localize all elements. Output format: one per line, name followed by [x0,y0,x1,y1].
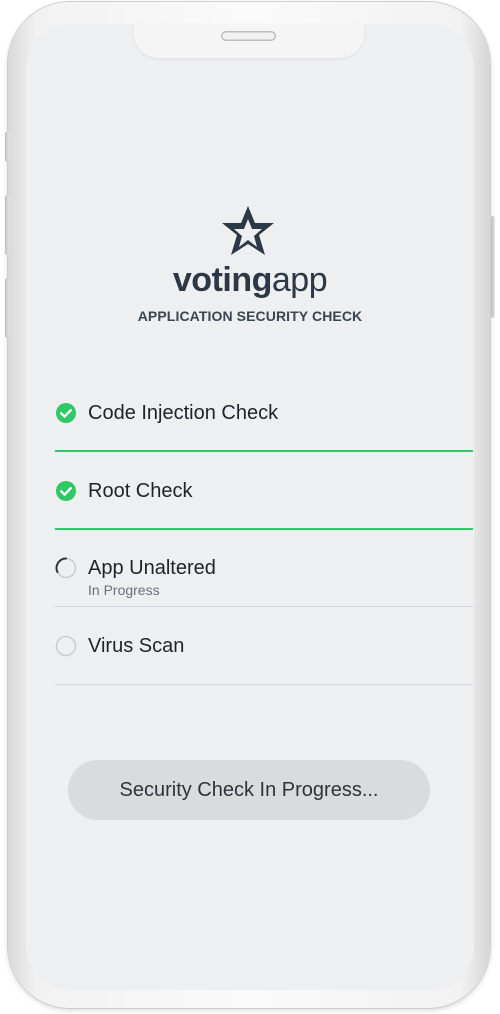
app-logo-text: votingapp [0,258,500,302]
check-label: Root Check [88,480,193,502]
check-label: App Unaltered [88,557,216,579]
divider [55,684,473,685]
page-subtitle: APPLICATION SECURITY CHECK [137,308,363,324]
app-screen [26,24,474,990]
check-circle-icon [56,481,76,501]
mute-switch [5,132,9,162]
volume-up-button [5,195,9,255]
divider [55,606,473,607]
notch [134,24,364,58]
brand-name-light: app [271,261,328,299]
check-label: Virus Scan [88,635,185,657]
speaker-grille [221,31,276,41]
divider-complete [55,528,473,530]
check-label: Code Injection Check [88,402,279,424]
spinner-icon [55,557,77,579]
check-circle-icon [56,403,76,423]
star-icon [222,206,274,255]
check-status-text: In Progress [88,582,160,598]
empty-circle-icon [55,635,77,657]
security-check-progress-button[interactable]: Security Check In Progress... [68,760,430,820]
divider-complete [55,450,473,452]
brand-name-bold: voting [172,261,272,299]
